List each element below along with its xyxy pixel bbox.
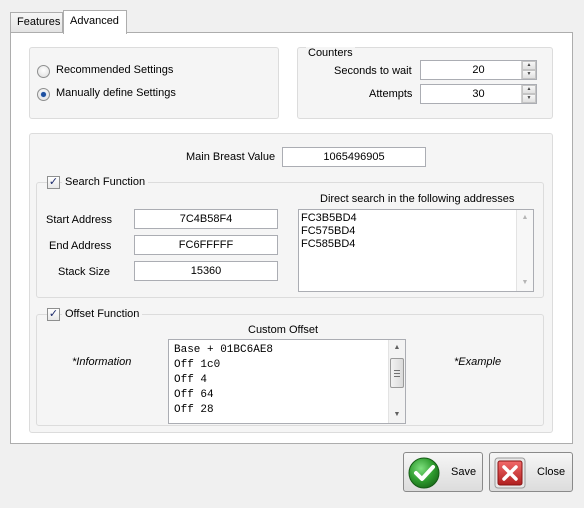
seconds-up-arrow-icon[interactable]: ▲ [522, 61, 536, 70]
manual-settings-radio[interactable] [37, 88, 50, 101]
mode-panel: Recommended Settings Manually define Set… [29, 47, 279, 119]
recommended-settings-label: Recommended Settings [56, 64, 174, 76]
stack-size-input[interactable]: 15360 [134, 261, 278, 281]
offset-scrollbar[interactable]: ▲ ▼ [388, 340, 405, 423]
save-button[interactable]: Save [403, 452, 483, 492]
seconds-to-wait-stepper[interactable]: 20 ▲ ▼ [420, 60, 537, 80]
attempts-value: 30 [472, 88, 485, 100]
attempts-up-arrow-icon[interactable]: ▲ [522, 85, 536, 94]
manual-settings-label: Manually define Settings [56, 87, 176, 99]
counters-legend: Counters [306, 47, 355, 59]
list-item[interactable]: FC575BD4 [301, 225, 357, 238]
offset-function-legend: Offset Function [62, 308, 143, 320]
seconds-spin-buttons: ▲ ▼ [521, 61, 536, 79]
close-button[interactable]: Close [489, 452, 573, 492]
offset-line: Off 28 [174, 404, 214, 416]
tab-advanced[interactable]: Advanced [63, 10, 127, 34]
recommended-settings-radio[interactable] [37, 65, 50, 78]
direct-search-address-list[interactable]: FC3B5BD4 FC575BD4 FC585BD4 ▲ ▼ [298, 209, 534, 292]
checkmark-icon [407, 456, 441, 493]
scroll-up-arrow-icon[interactable]: ▲ [517, 210, 533, 226]
offset-lines: Base + 01BC6AE8 Off 1c0 Off 4 Off 64 Off… [174, 343, 273, 418]
close-button-label: Close [537, 466, 566, 478]
end-address-label: End Address [49, 240, 112, 252]
list-item[interactable]: FC585BD4 [301, 238, 357, 251]
list-item[interactable]: FC3B5BD4 [301, 212, 357, 225]
main-settings-panel: Main Breast Value 1065496905 ✓ Search Fu… [29, 133, 553, 433]
stack-size-label: Stack Size [58, 266, 110, 278]
seconds-to-wait-value: 20 [472, 64, 485, 76]
advanced-tab-panel: Recommended Settings Manually define Set… [10, 32, 573, 444]
information-label: *Information [72, 356, 132, 368]
attempts-spin-buttons: ▲ ▼ [521, 85, 536, 103]
stack-size-value: 15360 [190, 265, 222, 277]
search-function-legend: Search Function [62, 176, 149, 188]
offset-function-checkbox[interactable]: ✓ [47, 308, 60, 321]
start-address-value: 7C4B58F4 [179, 213, 233, 225]
attempts-stepper[interactable]: 30 ▲ ▼ [420, 84, 537, 104]
custom-offset-label: Custom Offset [248, 324, 319, 336]
scroll-thumb[interactable] [390, 358, 404, 388]
direct-search-label: Direct search in the following addresses [320, 193, 515, 205]
tab-advanced-label: Advanced [70, 15, 119, 27]
offset-line: Off 1c0 [174, 359, 221, 371]
start-address-label: Start Address [46, 214, 113, 226]
end-address-input[interactable]: FC6FFFFF [134, 235, 278, 255]
scroll-down-arrow-icon[interactable]: ▼ [389, 407, 405, 423]
seconds-down-arrow-icon[interactable]: ▼ [522, 70, 536, 79]
offset-line: Off 4 [174, 374, 208, 386]
scroll-up-arrow-icon[interactable]: ▲ [389, 340, 405, 356]
offset-line: Base + 01BC6AE8 [174, 344, 274, 356]
start-address-input[interactable]: 7C4B58F4 [134, 209, 278, 229]
main-breast-value-input[interactable]: 1065496905 [282, 147, 426, 167]
offset-line: Off 64 [174, 389, 214, 401]
attempts-label: Attempts [369, 88, 413, 100]
custom-offset-textarea[interactable]: Base + 01BC6AE8 Off 1c0 Off 4 Off 64 Off… [168, 339, 406, 424]
attempts-down-arrow-icon[interactable]: ▼ [522, 94, 536, 103]
address-items: FC3B5BD4 FC575BD4 FC585BD4 [301, 212, 357, 251]
main-breast-value-text: 1065496905 [323, 151, 385, 163]
scroll-down-arrow-icon[interactable]: ▼ [517, 275, 533, 291]
counters-panel: Counters Seconds to wait 20 ▲ ▼ Attempts… [297, 47, 553, 119]
tab-features[interactable]: Features [10, 12, 63, 33]
tab-features-label: Features [17, 16, 61, 28]
save-button-label: Save [451, 466, 477, 478]
example-label: *Example [454, 356, 502, 368]
close-icon [494, 457, 526, 492]
main-breast-value-label: Main Breast Value [186, 151, 276, 163]
seconds-to-wait-label: Seconds to wait [334, 65, 412, 77]
address-list-scrollbar[interactable]: ▲ ▼ [516, 210, 533, 291]
end-address-value: FC6FFFFF [178, 239, 234, 251]
search-function-checkbox[interactable]: ✓ [47, 176, 60, 189]
